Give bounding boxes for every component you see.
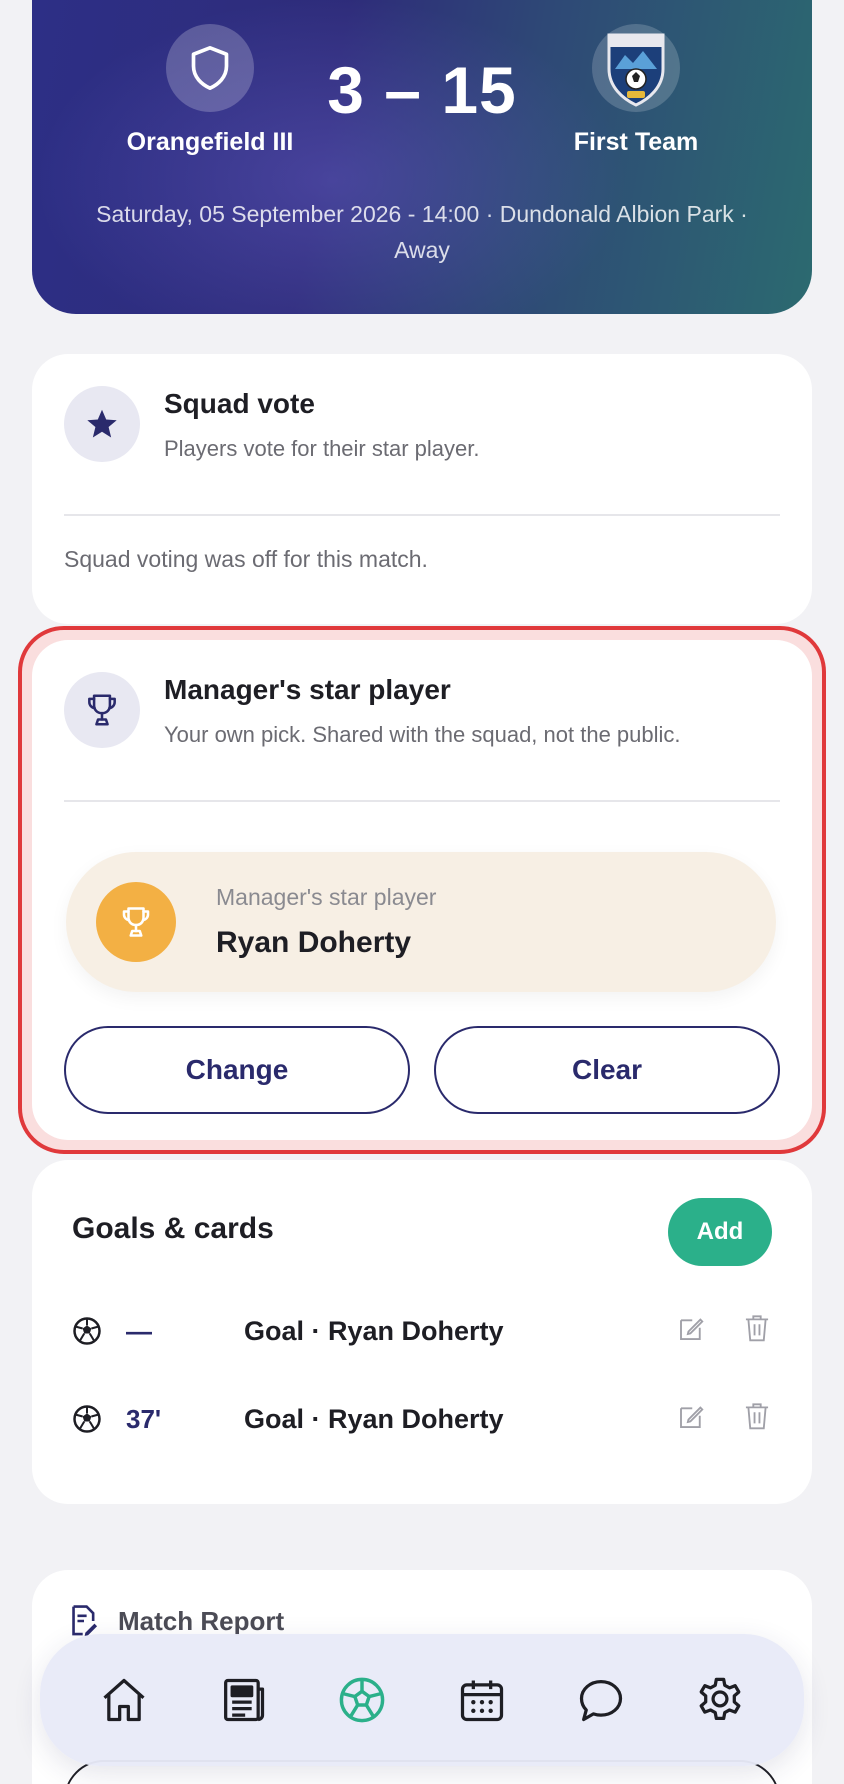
nav-chat[interactable] (559, 1658, 643, 1742)
trash-icon[interactable] (742, 1400, 772, 1432)
trophy-icon-badge (64, 672, 140, 748)
trophy-icon (122, 907, 150, 937)
squad-vote-title: Squad vote (164, 388, 315, 419)
goals-cards-card: Goals & cards Add — Goal · Ryan Doherty … (32, 1160, 812, 1504)
squad-vote-status: Squad voting was off for this match. (64, 546, 428, 572)
pick-player-name: Ryan Doherty (216, 926, 412, 959)
event-row: 37' Goal · Ryan Doherty (72, 1390, 772, 1450)
star-icon-badge (64, 386, 140, 462)
match-details: Saturday, 05 September 2026 - 14:00 · Du… (96, 201, 748, 263)
clear-button[interactable]: Clear (434, 1026, 780, 1114)
trash-icon[interactable] (742, 1312, 772, 1344)
edit-icon[interactable] (676, 1402, 706, 1432)
nav-home[interactable] (82, 1658, 166, 1742)
divider (64, 514, 780, 516)
edit-icon[interactable] (676, 1314, 706, 1344)
home-team-name: Orangefield III (126, 128, 294, 156)
manager-star-player-card: Manager's star player Your own pick. Sha… (32, 640, 812, 1140)
football-icon (73, 1317, 101, 1345)
change-button[interactable]: Change (64, 1026, 410, 1114)
home-icon (103, 1678, 145, 1722)
settings-icon (699, 1677, 741, 1721)
selected-star-player: Manager's star player Ryan Doherty (66, 852, 776, 992)
trophy-icon-badge (96, 882, 176, 962)
nav-news[interactable] (201, 1658, 285, 1742)
event-minute: — (126, 1316, 152, 1346)
event-minute: 37' (126, 1404, 162, 1434)
event-row: — Goal · Ryan Doherty (72, 1302, 772, 1362)
news-icon (224, 1678, 265, 1722)
trophy-icon (88, 694, 116, 726)
football-icon (339, 1677, 385, 1723)
nav-calendar[interactable] (440, 1658, 524, 1742)
calendar-icon (460, 1680, 503, 1722)
add-event-button[interactable]: Add (668, 1198, 772, 1266)
squad-vote-subtitle: Players vote for their star player. (164, 436, 480, 461)
divider (64, 800, 780, 802)
nav-matches[interactable] (320, 1658, 404, 1742)
football-icon (73, 1405, 101, 1433)
match-report-title: Match Report (118, 1606, 285, 1636)
goals-cards-title: Goals & cards (72, 1212, 274, 1245)
bottom-navigation (40, 1634, 804, 1766)
document-edit-icon (72, 1605, 98, 1637)
match-header: 3 – 15 Orangefield III First Team Saturd… (32, 0, 812, 314)
match-score: 3 – 15 (327, 53, 517, 127)
away-team-name: First Team (573, 128, 699, 156)
event-description: Goal · Ryan Doherty (244, 1404, 504, 1434)
nav-settings[interactable] (678, 1658, 762, 1742)
chat-icon (579, 1679, 623, 1722)
manager-pick-title: Manager's star player (164, 674, 451, 705)
squad-vote-card: Squad vote Players vote for their star p… (32, 354, 812, 624)
event-description: Goal · Ryan Doherty (244, 1316, 504, 1346)
pick-label: Manager's star player (216, 884, 437, 910)
star-icon (87, 409, 117, 438)
manager-pick-subtitle: Your own pick. Shared with the squad, no… (164, 722, 681, 747)
